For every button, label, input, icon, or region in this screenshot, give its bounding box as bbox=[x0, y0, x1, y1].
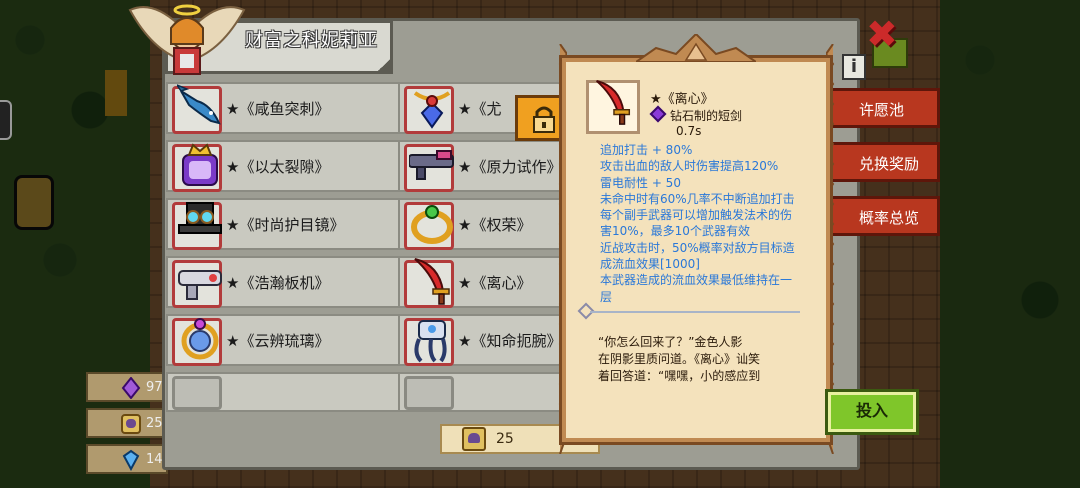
blue-gem-icon bbox=[122, 449, 140, 471]
currency-row-token: 25 bbox=[86, 408, 168, 438]
salted-fish-icon bbox=[177, 84, 221, 125]
stat-line: 近战攻击时，50%概率对敌方目标造 bbox=[600, 240, 795, 255]
lore-line: 着回答道：“嘿嘿，小的感应到 bbox=[598, 369, 761, 383]
force-prototype-gun-icon bbox=[409, 150, 454, 180]
tooltip-crown-ornament bbox=[636, 34, 756, 62]
winged-angel-avatar-icon bbox=[128, 4, 246, 75]
stat-line: 害10%，最多10个武器有效 bbox=[600, 224, 750, 239]
currency-row-gem: 14 bbox=[86, 444, 168, 474]
invest-button[interactable]: 投入 bbox=[825, 389, 919, 435]
item-name: ★《时尚护目镜》 bbox=[226, 216, 345, 234]
token-icon bbox=[462, 427, 486, 451]
weapon-lore: “你怎么回来了？”金色人影 在阴影里质问道。《离心》讪笑 着回答道：“嘿嘿，小的… bbox=[598, 334, 808, 385]
item-name: ★《以太裂隙》 bbox=[226, 158, 330, 176]
item-slot[interactable] bbox=[404, 86, 454, 134]
info-button[interactable]: i bbox=[842, 54, 866, 80]
weapon-stats: 追加打击 + 80% 攻击出血的敌人时伤害提高120% 雷电耐性 + 50 未命… bbox=[600, 142, 800, 305]
item-slot[interactable] bbox=[404, 318, 454, 366]
weapon-attack-speed: 0.7s bbox=[676, 124, 702, 138]
item-slot[interactable] bbox=[172, 318, 222, 366]
item-slot[interactable] bbox=[172, 202, 222, 250]
item-name: ★《原力试作》 bbox=[458, 158, 562, 176]
redeem-rewards-button[interactable]: 兑换奖励 bbox=[828, 142, 940, 182]
weapon-preview-frame bbox=[586, 79, 640, 134]
wishing-pool-button[interactable]: 许愿池 bbox=[828, 88, 940, 128]
item-name: ★《尤 bbox=[458, 100, 502, 118]
weapon-type: 钻石制的短剑 bbox=[670, 109, 743, 123]
item-slot[interactable] bbox=[172, 84, 222, 134]
stat-line: 成流血效果[1000] bbox=[600, 257, 700, 272]
item-slot[interactable] bbox=[172, 143, 222, 192]
item-slot[interactable] bbox=[404, 258, 454, 308]
side-button-label: 许愿池 bbox=[859, 101, 905, 119]
left-edge-tab[interactable] bbox=[0, 100, 12, 140]
currency-value-crystal: 97 bbox=[146, 380, 163, 395]
close-button[interactable]: ✖ bbox=[866, 12, 898, 56]
tooltip-divider bbox=[590, 311, 800, 313]
item-name: ★《权荣》 bbox=[458, 216, 532, 234]
currency-row-crystal: 97 bbox=[86, 372, 168, 402]
red-dagger-icon bbox=[596, 79, 631, 125]
vast-trigger-gun-icon bbox=[178, 270, 222, 300]
fashion-goggles-hat-icon bbox=[178, 202, 222, 234]
ether-rift-icon bbox=[182, 143, 218, 186]
stat-line: 未命中时有60%几率不中断追加打击 bbox=[600, 191, 795, 206]
stat-line: 攻击出血的敌人时伤害提高120% bbox=[600, 159, 779, 174]
golden-ring-icon bbox=[411, 205, 453, 244]
item-slot-empty[interactable] bbox=[404, 376, 454, 410]
item-slot[interactable] bbox=[404, 202, 454, 250]
pool-title: 财富之科妮莉亚 bbox=[245, 30, 378, 51]
stat-line: 层 bbox=[600, 289, 613, 304]
cost-value: 25 bbox=[496, 431, 514, 447]
red-dagger-icon bbox=[414, 258, 450, 305]
item-name: ★《知命扼腕》 bbox=[458, 332, 562, 350]
item-name: ★《云辨琉璃》 bbox=[226, 332, 330, 350]
side-button-label: 兑换奖励 bbox=[859, 155, 920, 173]
item-name: ★《离心》 bbox=[458, 274, 532, 292]
stat-line: 每个副手武器可以增加触发法术的伤 bbox=[600, 208, 793, 223]
glass-ring-icon bbox=[181, 318, 219, 360]
lore-line: 在阴影里质问道。《离心》讪笑 bbox=[598, 352, 761, 366]
item-slot[interactable] bbox=[404, 144, 454, 192]
item-slot[interactable] bbox=[172, 260, 222, 308]
currency-value-gem: 14 bbox=[146, 452, 163, 467]
purple-crystal-icon bbox=[121, 377, 141, 399]
weapon-name: ★《离心》 bbox=[650, 92, 714, 107]
stat-line: 雷电耐性 + 50 bbox=[600, 175, 681, 190]
item-slot-empty[interactable] bbox=[172, 376, 222, 410]
close-icon: ✖ bbox=[866, 12, 898, 56]
token-icon bbox=[121, 414, 141, 434]
side-button-label: 概率总览 bbox=[859, 209, 920, 227]
currency-value-token: 25 bbox=[146, 416, 163, 431]
probability-overview-button[interactable]: 概率总览 bbox=[828, 196, 940, 236]
claw-gauntlet-icon bbox=[414, 320, 447, 363]
ornate-amulet-icon bbox=[413, 91, 451, 129]
stat-line: 本武器造成的流血效果最低维持在一 bbox=[600, 273, 793, 288]
info-icon: i bbox=[850, 56, 858, 77]
stat-line: 追加打击 + 80% bbox=[600, 143, 693, 157]
item-name: ★《浩瀚板机》 bbox=[226, 274, 330, 292]
lore-line: “你怎么回来了？”金色人影 bbox=[598, 335, 743, 349]
item-name: ★《咸鱼突刺》 bbox=[226, 100, 330, 118]
